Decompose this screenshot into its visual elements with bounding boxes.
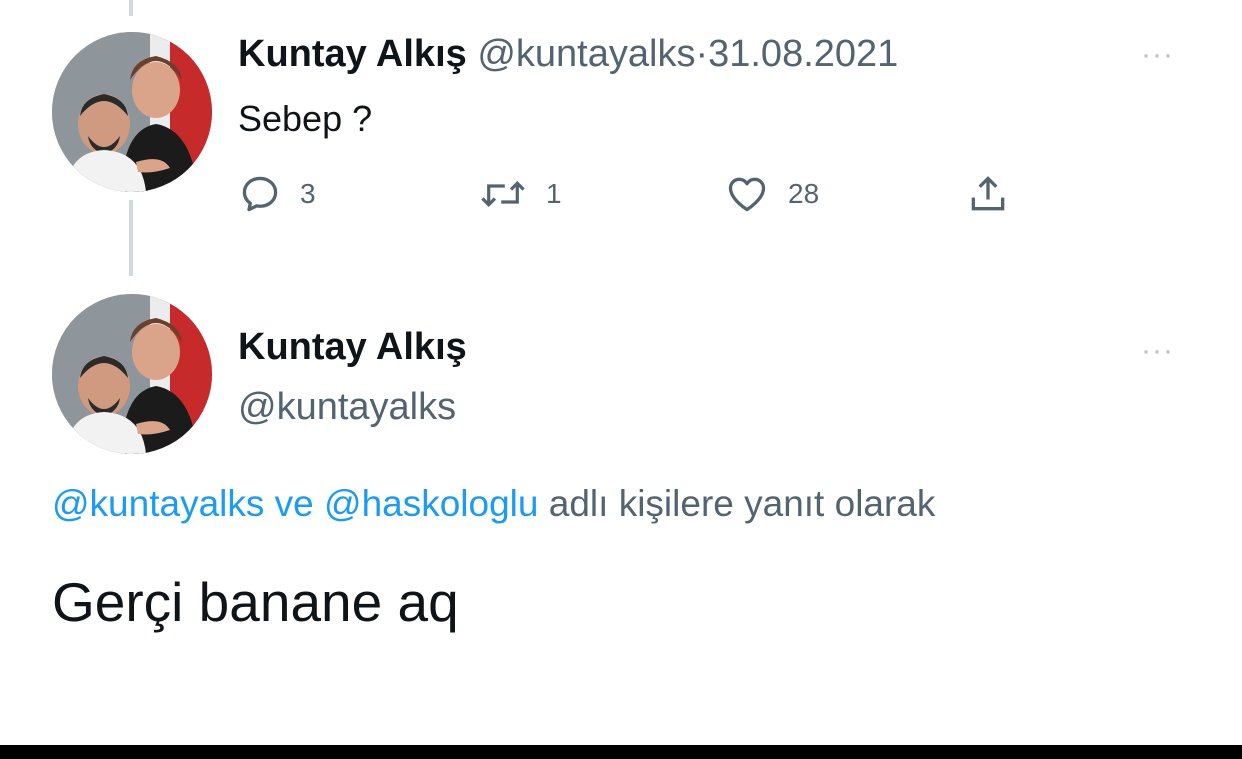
share-button[interactable]	[966, 172, 1010, 216]
more-options-icon[interactable]: ···	[1141, 40, 1174, 70]
separator-dot: ·	[695, 33, 709, 75]
reply-button[interactable]: 3	[238, 172, 316, 216]
handle[interactable]: @kuntayalks	[238, 386, 456, 429]
avatar-photo-icon	[52, 294, 212, 454]
reply-context-suffix: adlı kişilere yanıt olarak	[538, 483, 936, 524]
share-icon	[971, 176, 1005, 211]
like-count: 28	[788, 178, 820, 209]
retweet-icon	[481, 181, 525, 207]
tweet-header: Kuntay Alkış @kuntayalks·31.08.2021	[238, 33, 898, 76]
display-name[interactable]: Kuntay Alkış	[238, 33, 467, 75]
like-button[interactable]: 28	[724, 172, 819, 216]
mention-link[interactable]: @kuntayalks	[52, 483, 264, 524]
bottom-bar	[0, 745, 1242, 759]
reply-context-connector: ve	[264, 483, 325, 524]
avatar[interactable]	[52, 294, 212, 454]
handle-text: @kuntayalks	[238, 386, 457, 428]
handle[interactable]: @kuntayalks	[477, 33, 695, 75]
reply-count: 3	[300, 178, 316, 209]
display-name-text: Kuntay Alkış	[238, 326, 467, 368]
retweet-button[interactable]: 1	[478, 172, 562, 216]
retweet-count: 1	[546, 178, 562, 209]
thread-line-top	[129, 0, 133, 16]
tweet-text: Sebep ?	[238, 98, 373, 139]
reply-context: @kuntayalks ve @haskologlu adlı kişilere…	[52, 483, 935, 525]
avatar[interactable]	[52, 32, 212, 192]
more-options-icon[interactable]: ···	[1141, 336, 1174, 366]
display-name[interactable]: Kuntay Alkış	[238, 326, 467, 369]
avatar-photo-icon	[52, 32, 212, 192]
tweet-date[interactable]: 31.08.2021	[708, 33, 898, 75]
heart-icon	[728, 177, 766, 212]
reply-icon	[242, 176, 278, 212]
thread-line-connector	[129, 200, 133, 276]
mention-link[interactable]: @haskologlu	[324, 483, 538, 524]
tweet-text: Gerçi banane aq	[52, 571, 459, 633]
